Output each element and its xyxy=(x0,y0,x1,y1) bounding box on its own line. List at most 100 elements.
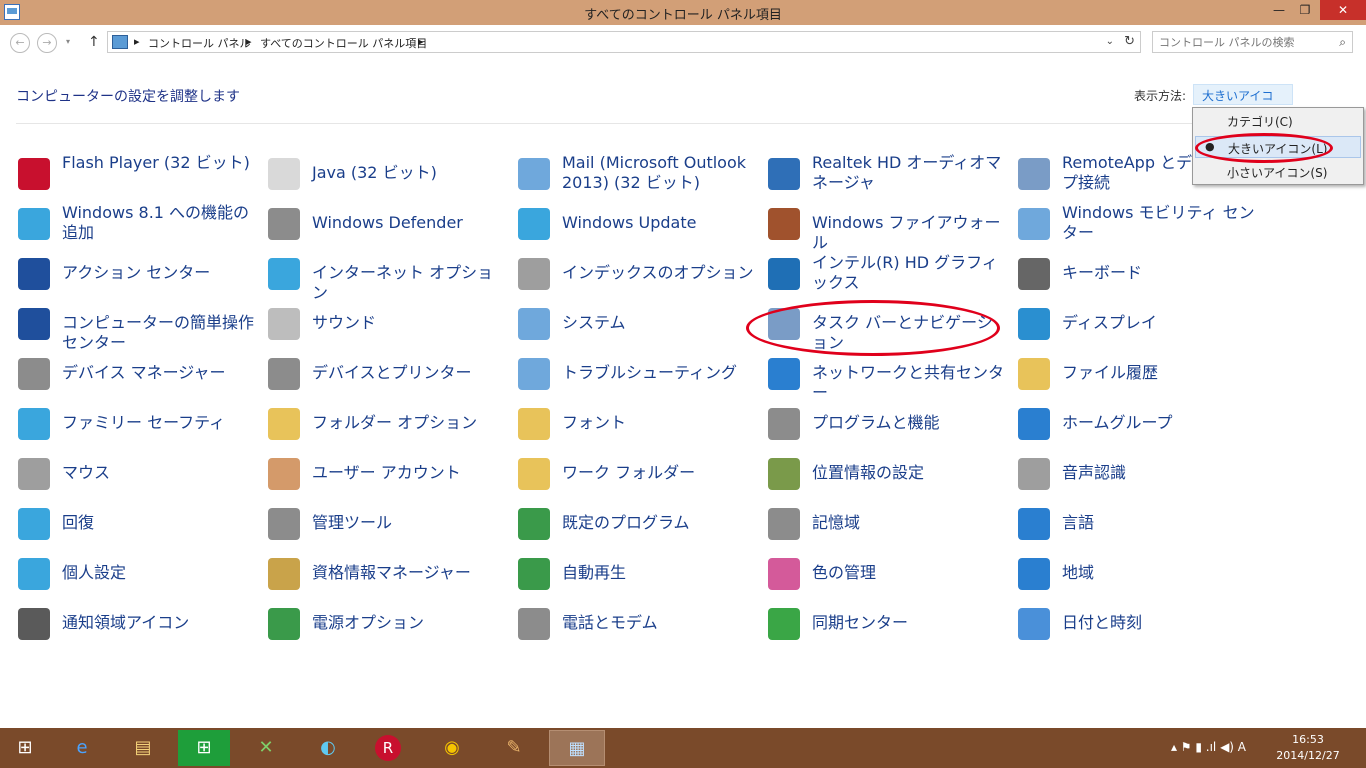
control-panel-item[interactable]: 音声認識 xyxy=(1018,448,1258,494)
system-tray[interactable]: ▴ ⚑ ▮ .ıl ◀) A xyxy=(1171,740,1246,754)
control-panel-item[interactable]: システム xyxy=(518,298,758,344)
item-label: 日付と時刻 xyxy=(1062,613,1143,632)
app-icon[interactable]: ✕ xyxy=(240,730,292,766)
refresh-button[interactable]: ↻ xyxy=(1124,34,1135,49)
search-icon[interactable]: ⌕ xyxy=(1339,35,1346,50)
control-panel-item[interactable]: ファイル履歴 xyxy=(1018,348,1258,394)
control-panel-item[interactable]: マウス xyxy=(18,448,258,494)
item-label: 電源オプション xyxy=(312,613,425,632)
breadcrumb-control-panel[interactable]: コントロール パネル xyxy=(148,35,251,51)
control-panel-item[interactable]: ホームグループ xyxy=(1018,398,1258,444)
control-panel-item[interactable]: Windows ファイアウォール xyxy=(768,198,1008,252)
control-panel-item[interactable]: トラブルシューティング xyxy=(518,348,758,394)
control-panel-item[interactable]: 色の管理 xyxy=(768,548,1008,594)
breadcrumb-separator[interactable]: ▸ xyxy=(418,35,424,48)
control-panel-item[interactable]: 通知領域アイコン xyxy=(18,598,258,644)
internet-explorer-icon[interactable]: e xyxy=(56,730,108,766)
item-label: Windows Defender xyxy=(312,213,463,232)
control-panel-item[interactable]: アクション センター xyxy=(18,248,258,294)
chrome-icon[interactable]: ◉ xyxy=(426,730,478,766)
minimize-button[interactable]: — xyxy=(1266,0,1292,20)
control-panel-item[interactable]: 電話とモデム xyxy=(518,598,758,644)
time: 16:53 xyxy=(1292,733,1324,746)
control-panel-taskbar-icon[interactable]: ▦ xyxy=(549,730,605,766)
control-panel-item[interactable]: 日付と時刻 xyxy=(1018,598,1258,644)
control-panel-item[interactable]: コンピューターの簡単操作センター xyxy=(18,298,258,352)
item-label: ワーク フォルダー xyxy=(562,463,696,482)
item-label: ネットワークと共有センター xyxy=(812,363,1005,402)
item-icon xyxy=(268,358,300,390)
control-panel-item[interactable]: インデックスのオプション xyxy=(518,248,758,294)
item-label: Windows ファイアウォール xyxy=(812,213,1001,252)
control-panel-item[interactable]: 地域 xyxy=(1018,548,1258,594)
start-button[interactable]: ⊞ xyxy=(0,730,50,766)
control-panel-item[interactable]: Realtek HD オーディオマネージャ xyxy=(768,148,1008,194)
breadcrumb-separator[interactable]: ▸ xyxy=(246,35,252,48)
menu-item-category[interactable]: カテゴリ(C) xyxy=(1195,110,1361,132)
recent-locations-dropdown[interactable]: ▾ xyxy=(66,37,70,46)
control-panel-item[interactable]: 位置情報の設定 xyxy=(768,448,1008,494)
control-panel-item[interactable]: 資格情報マネージャー xyxy=(268,548,508,594)
item-label: キーボード xyxy=(1062,263,1143,282)
control-panel-item[interactable]: 個人設定 xyxy=(18,548,258,594)
item-label: 管理ツール xyxy=(312,513,393,532)
item-icon xyxy=(518,408,550,440)
close-button[interactable]: ✕ xyxy=(1320,0,1366,20)
date: 2014/12/27 xyxy=(1276,749,1340,762)
control-panel-item[interactable]: サウンド xyxy=(268,298,508,344)
control-panel-item[interactable]: 回復 xyxy=(18,498,258,544)
forward-button[interactable]: → xyxy=(37,33,57,53)
item-icon xyxy=(518,158,550,190)
control-panel-item[interactable]: 管理ツール xyxy=(268,498,508,544)
control-panel-item[interactable]: 電源オプション xyxy=(268,598,508,644)
app-icon[interactable]: ◐ xyxy=(302,730,354,766)
paint-icon[interactable]: ✎ xyxy=(488,730,540,766)
control-panel-item[interactable]: インターネット オプション xyxy=(268,248,508,302)
address-bar[interactable]: ▸ コントロール パネル ▸ すべてのコントロール パネル項目 ▸ ⌄ ↻ xyxy=(107,31,1141,53)
rakuten-icon[interactable]: R xyxy=(362,730,414,766)
item-label: フォルダー オプション xyxy=(312,413,478,432)
item-label: プログラムと機能 xyxy=(812,413,940,432)
item-icon xyxy=(268,508,300,540)
control-panel-item[interactable]: フォルダー オプション xyxy=(268,398,508,444)
back-button[interactable]: ← xyxy=(10,33,30,53)
item-label: システム xyxy=(562,313,626,332)
control-panel-item[interactable]: Windows Update xyxy=(518,198,758,244)
control-panel-item[interactable]: ディスプレイ xyxy=(1018,298,1258,344)
control-panel-item[interactable]: 自動再生 xyxy=(518,548,758,594)
up-button[interactable]: ↑ xyxy=(88,34,100,50)
item-label: マウス xyxy=(62,463,111,482)
file-explorer-icon[interactable]: ▤ xyxy=(117,730,169,766)
control-panel-item[interactable]: フォント xyxy=(518,398,758,444)
control-panel-item[interactable]: 同期センター xyxy=(768,598,1008,644)
view-by-dropdown[interactable]: 大きいアイコン ▾ xyxy=(1193,84,1293,120)
item-icon xyxy=(18,158,50,190)
control-panel-item[interactable]: 既定のプログラム xyxy=(518,498,758,544)
menu-item-small-icons[interactable]: 小さいアイコン(S) xyxy=(1195,161,1361,183)
control-panel-item[interactable]: 記憶域 xyxy=(768,498,1008,544)
search-input[interactable] xyxy=(1159,34,1329,50)
control-panel-item[interactable]: デバイスとプリンター xyxy=(268,348,508,394)
control-panel-item[interactable]: インテル(R) HD グラフィックス xyxy=(768,248,1008,294)
item-icon xyxy=(18,558,50,590)
control-panel-item[interactable]: プログラムと機能 xyxy=(768,398,1008,444)
control-panel-item[interactable]: 言語 xyxy=(1018,498,1258,544)
breadcrumb-all-items[interactable]: すべてのコントロール パネル項目 xyxy=(260,35,427,51)
control-panel-item[interactable]: Windows モビリティ センター xyxy=(1018,198,1258,244)
control-panel-item[interactable]: Windows 8.1 への機能の追加 xyxy=(18,198,258,244)
control-panel-item[interactable]: Flash Player (32 ビット) xyxy=(18,148,258,194)
maximize-button[interactable]: ❐ xyxy=(1292,0,1318,20)
address-dropdown[interactable]: ⌄ xyxy=(1106,36,1114,47)
control-panel-item[interactable]: デバイス マネージャー xyxy=(18,348,258,394)
control-panel-item[interactable]: ファミリー セーフティ xyxy=(18,398,258,444)
control-panel-item[interactable]: Java (32 ビット) xyxy=(268,148,508,194)
control-panel-item[interactable]: ユーザー アカウント xyxy=(268,448,508,494)
control-panel-item[interactable]: Mail (Microsoft Outlook 2013) (32 ビット) xyxy=(518,148,758,194)
store-icon[interactable]: ⊞ xyxy=(178,730,230,766)
control-panel-item[interactable]: ワーク フォルダー xyxy=(518,448,758,494)
clock[interactable]: 16:53 2014/12/27 xyxy=(1258,732,1358,764)
control-panel-item[interactable]: キーボード xyxy=(1018,248,1258,294)
search-box[interactable]: ⌕ xyxy=(1152,31,1353,53)
breadcrumb-separator[interactable]: ▸ xyxy=(134,35,140,48)
control-panel-item[interactable]: Windows Defender xyxy=(268,198,508,244)
